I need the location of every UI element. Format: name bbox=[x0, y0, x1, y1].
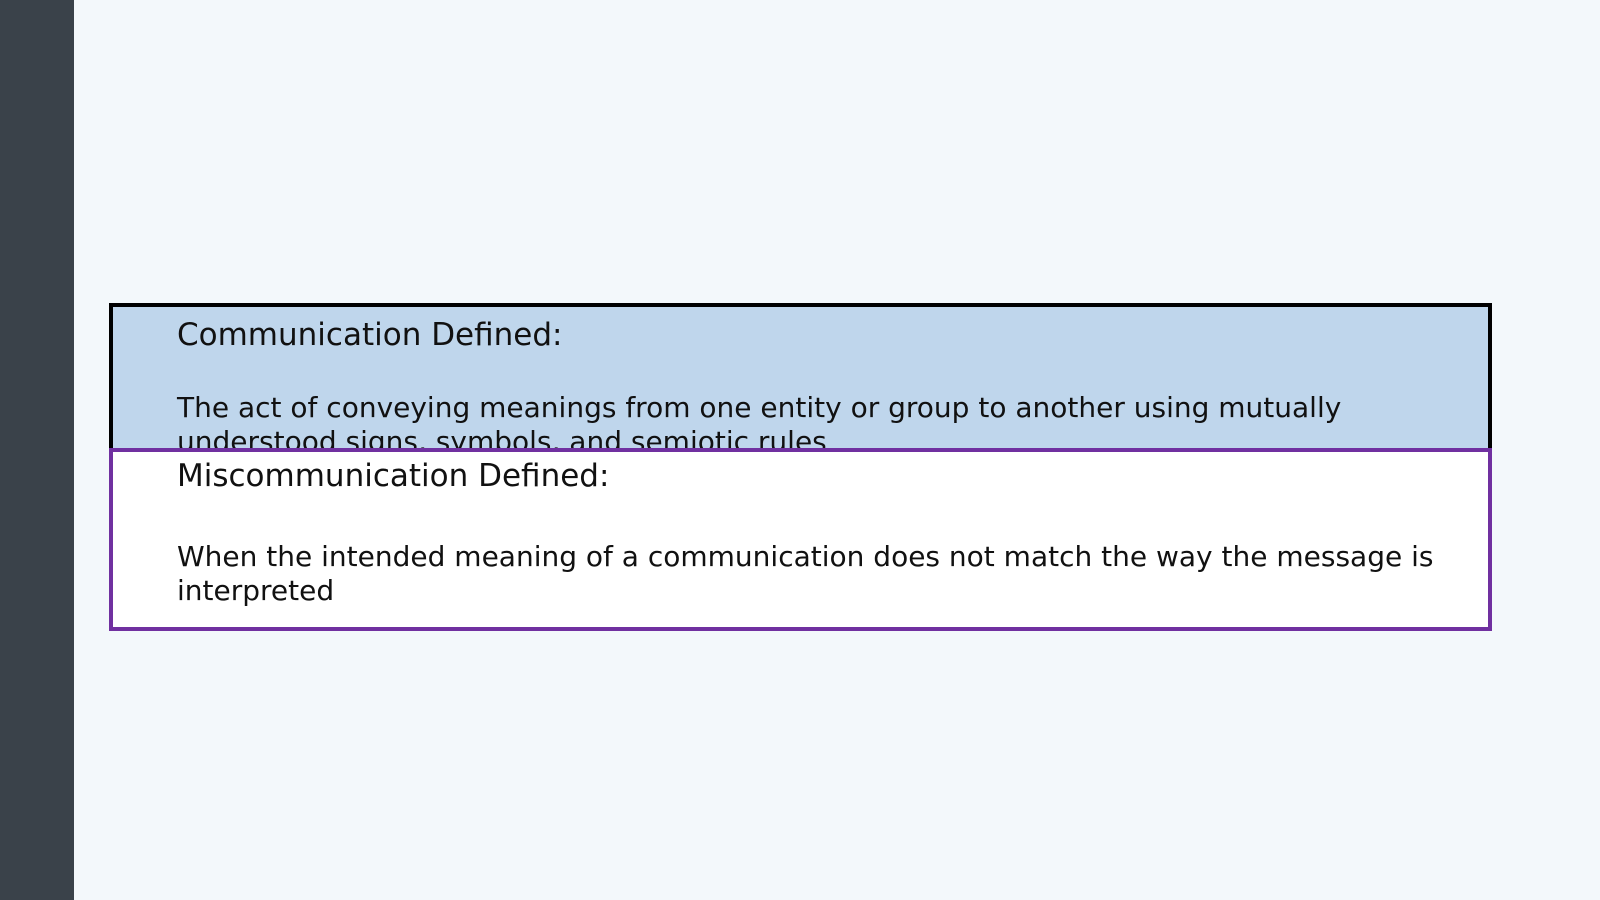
left-accent-bar bbox=[0, 0, 74, 900]
miscommunication-title: Miscommunication Defined: bbox=[177, 458, 610, 494]
miscommunication-definition-box[interactable]: Miscommunication Defined: When the inten… bbox=[109, 448, 1492, 631]
miscommunication-body: When the intended meaning of a communica… bbox=[177, 540, 1434, 607]
communication-body: The act of conveying meanings from one e… bbox=[177, 391, 1342, 458]
communication-title: Communication Defined: bbox=[177, 317, 563, 353]
